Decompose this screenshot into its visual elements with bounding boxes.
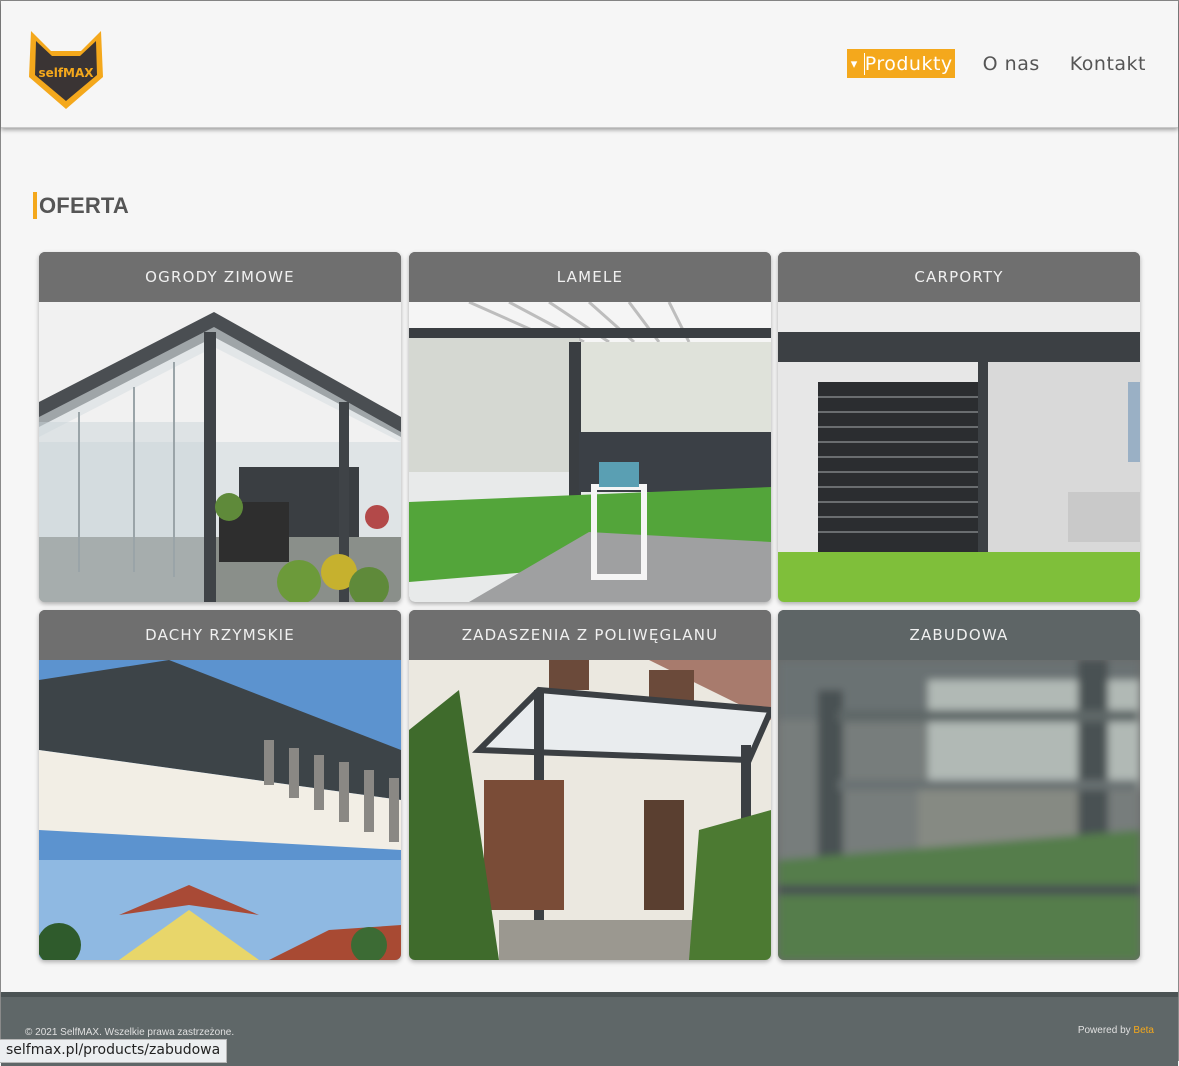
- site-header: selfMAX ▾ Produkty O nas Kontakt: [1, 1, 1178, 128]
- product-card-zabudowa[interactable]: ZABUDOWA: [778, 610, 1140, 960]
- product-card-ogrody-zimowe[interactable]: OGRODY ZIMOWE: [39, 252, 401, 602]
- card-title: CARPORTY: [778, 252, 1140, 302]
- nav-item-produkty[interactable]: ▾ Produkty: [846, 49, 955, 78]
- main-nav: ▾ Produkty O nas Kontakt: [846, 49, 1148, 78]
- product-image: [778, 302, 1140, 602]
- product-card-zadaszenia-z-poliweglanu[interactable]: ZADASZENIA Z POLIWĘGLANU: [409, 610, 771, 960]
- caret-down-icon: ▾: [850, 56, 858, 72]
- powered-by: Powered by Beta: [1078, 1025, 1154, 1036]
- product-image: [39, 302, 401, 602]
- powered-by-link[interactable]: Beta: [1133, 1025, 1154, 1036]
- product-card-lamele[interactable]: LAMELE: [409, 252, 771, 602]
- nav-item-kontakt[interactable]: Kontakt: [1068, 53, 1148, 75]
- card-title: ZABUDOWA: [778, 610, 1140, 660]
- product-image: [39, 660, 401, 960]
- card-title: ZADASZENIA Z POLIWĘGLANU: [409, 610, 771, 660]
- powered-by-prefix: Powered by: [1077, 1025, 1131, 1036]
- product-image: [409, 302, 771, 602]
- copyright-text: © 2021 SelfMAX. Wszelkie prawa zastrzeżo…: [25, 1027, 235, 1038]
- card-title: OGRODY ZIMOWE: [39, 252, 401, 302]
- nav-label: Produkty: [863, 53, 953, 75]
- link-status-bar: selfmax.pl/products/zabudowa: [0, 1039, 228, 1063]
- card-title: DACHY RZYMSKIE: [39, 610, 401, 660]
- product-card-dachy-rzymskie[interactable]: DACHY RZYMSKIE: [39, 610, 401, 960]
- nav-item-o-nas[interactable]: O nas: [981, 53, 1042, 75]
- card-title: LAMELE: [409, 252, 771, 302]
- product-image: [778, 660, 1140, 960]
- svg-text:selfMAX: selfMAX: [38, 66, 94, 80]
- product-card-carporty[interactable]: CARPORTY: [778, 252, 1140, 602]
- selfmax-logo[interactable]: selfMAX: [25, 29, 107, 111]
- section-title: OFERTA: [33, 192, 129, 219]
- product-image: [409, 660, 771, 960]
